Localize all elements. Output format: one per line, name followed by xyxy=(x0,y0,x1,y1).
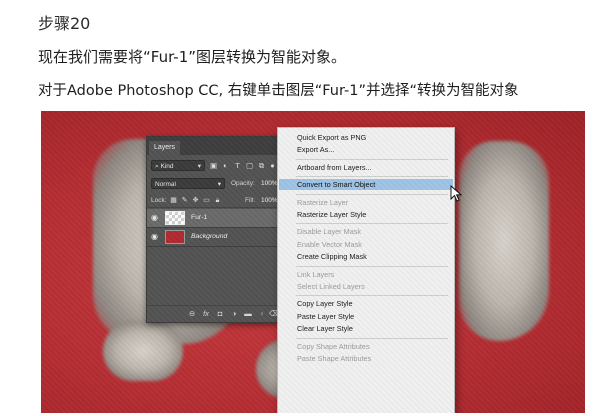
layer-thumbnail xyxy=(165,211,185,225)
lock-transparent-icon[interactable]: ▦ xyxy=(169,196,178,205)
menu-separator xyxy=(296,193,448,195)
chevron-down-icon: ▾ xyxy=(197,163,201,170)
fx-icon[interactable]: fx xyxy=(201,309,211,319)
kind-filter-label: Kind xyxy=(160,163,174,170)
tab-layers[interactable]: Layers xyxy=(149,141,181,155)
filter-toggle-icon[interactable]: ● xyxy=(268,161,277,170)
panel-tabbar: Layers xyxy=(147,137,281,155)
menu-item-link-layers: Link Layers xyxy=(297,269,335,279)
blend-row: Normal ▾ Opacity: 100% xyxy=(147,177,281,191)
menu-item-convert-to-smart-object[interactable]: Convert to Smart Object xyxy=(279,179,453,191)
context-menu: Quick Export as PNG Export As... Artboard … xyxy=(277,127,455,413)
menu-item-rasterize-layer: Rasterize Layer xyxy=(297,197,349,207)
layer-row-fur-1[interactable]: ◉ Fur-1 xyxy=(147,209,281,228)
menu-separator xyxy=(296,337,448,339)
eye-icon[interactable]: ◉ xyxy=(151,213,161,223)
lock-artboard-icon[interactable]: ▭ xyxy=(202,196,211,205)
menu-item-paste-shape-attributes: Paste Shape Attributes xyxy=(297,354,372,363)
opacity-field[interactable]: 100% xyxy=(261,180,278,187)
pixel-filter-icon[interactable]: ▣ xyxy=(209,161,218,170)
blend-mode-select[interactable]: Normal ▾ xyxy=(151,178,225,189)
eye-icon[interactable]: ◉ xyxy=(151,232,161,242)
instruction-line-2: 对于Adobe Photoshop CC, 右键单击图层“Fur-1”并选择“转… xyxy=(38,83,519,99)
menu-item-copy-shape-attributes: Copy Shape Attributes xyxy=(297,341,370,351)
add-mask-icon[interactable]: ◘ xyxy=(215,309,225,319)
layers-panel: Layers ⌕ Kind ▾ ▣ ◐ T ▢ ⧉ ● Normal ▾ Opa… xyxy=(146,136,282,323)
fill-field[interactable]: 100% xyxy=(261,197,278,204)
menu-separator xyxy=(296,158,448,160)
lock-pixels-icon[interactable]: ✎ xyxy=(180,196,189,205)
menu-item-enable-vector-mask: Enable Vector Mask xyxy=(297,239,362,249)
menu-item-create-clipping-mask[interactable]: Create Clipping Mask xyxy=(279,251,453,262)
lock-position-icon[interactable]: ✥ xyxy=(191,196,200,205)
adjustment-filter-icon[interactable]: ◐ xyxy=(221,161,230,170)
new-group-icon[interactable]: ▬ xyxy=(243,309,253,319)
lock-label: Lock: xyxy=(151,197,167,204)
link-layers-icon[interactable]: ⊖ xyxy=(187,309,197,319)
menu-separator xyxy=(296,295,448,297)
menu-item-artboard-from-layers[interactable]: Artboard from Layers... xyxy=(279,162,453,173)
menu-separator xyxy=(296,265,448,267)
filter-row: ⌕ Kind ▾ ▣ ◐ T ▢ ⧉ ● xyxy=(147,159,281,173)
blend-mode-label: Normal xyxy=(155,181,176,188)
layer-name: Background xyxy=(191,233,228,240)
menu-item-rasterize-layer-style[interactable]: Rasterize Layer Style xyxy=(279,209,453,220)
panel-bottom-bar: ⊖ fx ◘ ◑ ▬ ▫ ⌫ xyxy=(147,305,281,322)
layer-thumbnail xyxy=(165,230,185,244)
instruction-line-1: 现在我们需要将“Fur-1”图层转换为智能对象。 xyxy=(38,48,347,66)
smart-object-filter-icon[interactable]: ⧉ xyxy=(257,161,266,170)
menu-item-export-as[interactable]: Export As... xyxy=(279,144,453,155)
fur-shape xyxy=(103,321,183,381)
menu-item-clear-layer-style[interactable]: Clear Layer Style xyxy=(279,323,453,334)
fur-shape xyxy=(459,141,549,341)
menu-item-copy-layer-style[interactable]: Copy Layer Style xyxy=(279,298,453,309)
type-filter-icon[interactable]: T xyxy=(233,161,242,170)
fill-label: Fill: xyxy=(245,197,256,204)
photoshop-canvas: Layers ⌕ Kind ▾ ▣ ◐ T ▢ ⧉ ● Normal ▾ Opa… xyxy=(41,111,585,413)
menu-separator xyxy=(296,176,448,178)
layer-row-background[interactable]: ◉ Background xyxy=(147,228,281,247)
lock-row: Lock: ▦ ✎ ✥ ▭ 🔒︎ Fill: 100% xyxy=(147,195,281,208)
kind-filter-select[interactable]: ⌕ Kind ▾ xyxy=(151,160,205,171)
shape-filter-icon[interactable]: ▢ xyxy=(245,161,254,170)
mouse-cursor-icon xyxy=(450,185,463,202)
adjustment-layer-icon[interactable]: ◑ xyxy=(229,309,239,319)
new-layer-icon[interactable]: ▫ xyxy=(257,309,267,319)
layer-name: Fur-1 xyxy=(191,214,208,221)
menu-item-quick-export-as-png[interactable]: Quick Export as PNG xyxy=(279,132,453,143)
menu-item-disable-layer-mask: Disable Layer Mask xyxy=(297,227,362,237)
chevron-down-icon: ▾ xyxy=(217,181,221,188)
menu-separator xyxy=(296,223,448,225)
search-icon: ⌕ xyxy=(155,163,159,170)
step-title: 步骤20 xyxy=(38,14,91,33)
menu-item-select-linked-layers: Select Linked Layers xyxy=(297,282,365,291)
menu-item-paste-layer-style[interactable]: Paste Layer Style xyxy=(279,311,453,322)
lock-all-icon[interactable]: 🔒︎ xyxy=(213,196,222,205)
opacity-label: Opacity: xyxy=(231,180,255,187)
